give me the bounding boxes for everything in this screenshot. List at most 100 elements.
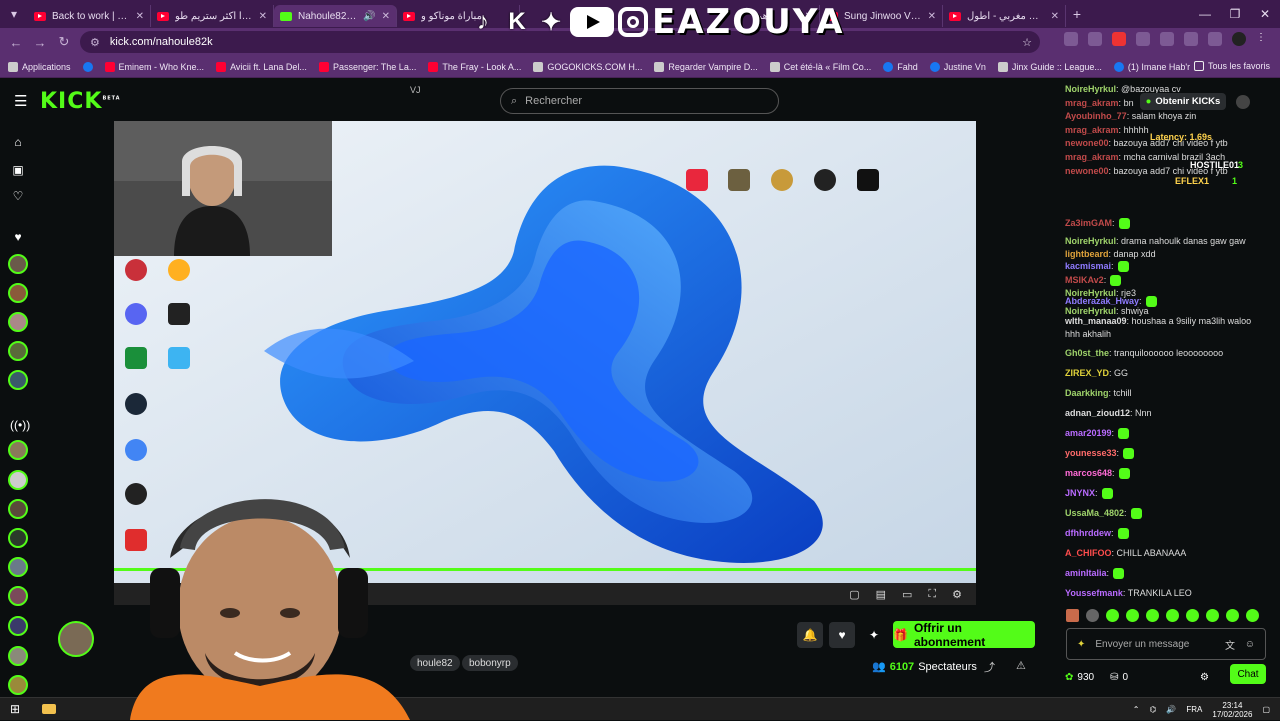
bookmark-item[interactable]: Regarder Vampire D... bbox=[654, 61, 758, 72]
settings-gear-icon[interactable]: ⚙ bbox=[952, 588, 962, 601]
browse-icon[interactable]: ▣ bbox=[10, 163, 26, 179]
chat-username[interactable]: adnan_zioud12 bbox=[1065, 408, 1130, 418]
chat-username[interactable]: ZIREX_YD bbox=[1065, 368, 1109, 378]
search-input[interactable]: ⌕ Rechercher bbox=[500, 88, 779, 114]
stream-tag[interactable]: bobonyrp bbox=[462, 655, 518, 671]
chat-username[interactable]: UssaMa_4802 bbox=[1065, 508, 1124, 518]
browser-tab[interactable]: عملاق مغربي - أطول ✕ bbox=[943, 5, 1066, 27]
followed-channel-avatar[interactable] bbox=[8, 254, 28, 274]
followed-channel-avatar[interactable] bbox=[8, 283, 28, 303]
chat-username[interactable]: Gh0st_the bbox=[1065, 348, 1109, 358]
windows-start-icon[interactable]: ⊞ bbox=[0, 702, 30, 716]
site-info-icon[interactable]: ⚙ bbox=[90, 36, 100, 49]
bookmark-item[interactable] bbox=[82, 61, 93, 72]
browser-tab[interactable]: هاذا أكثر ستريم طو ✕ bbox=[151, 5, 274, 27]
recommended-channel-avatar[interactable] bbox=[8, 440, 28, 460]
file-explorer-icon[interactable] bbox=[42, 704, 56, 714]
followed-channel-avatar[interactable] bbox=[8, 341, 28, 361]
close-icon[interactable]: ✕ bbox=[259, 11, 267, 22]
theater-icon[interactable]: ▤ bbox=[876, 588, 886, 601]
chat-username[interactable]: Abderazak_Hway bbox=[1065, 296, 1139, 306]
chat-username[interactable]: Za3imGAM bbox=[1065, 218, 1112, 228]
chat-username[interactable]: A_CHIFOO bbox=[1065, 548, 1112, 558]
browser-tab[interactable]: Back to work | Trainin ✕ bbox=[28, 5, 151, 27]
chat-username[interactable]: Ayoubinho_77 bbox=[1065, 111, 1127, 121]
bookmark-star-icon[interactable]: ☆ bbox=[1022, 36, 1032, 49]
fullscreen-icon[interactable]: ⛶ bbox=[928, 588, 936, 601]
minimize-button[interactable]: — bbox=[1190, 0, 1220, 28]
new-tab-button[interactable]: + bbox=[1066, 6, 1088, 22]
chat-username[interactable]: younesse33 bbox=[1065, 448, 1117, 458]
bookmark-item[interactable]: Passenger: The La... bbox=[318, 61, 416, 72]
bookmark-applications[interactable]: Applications bbox=[8, 61, 71, 72]
chat-username[interactable]: newone00 bbox=[1065, 138, 1109, 148]
profile-avatar[interactable] bbox=[1232, 32, 1246, 46]
chat-username[interactable]: NoireHyrkul bbox=[1065, 84, 1116, 94]
clock[interactable]: 23:14 17/02/2026 bbox=[1212, 701, 1252, 719]
clip-icon[interactable]: ▢ bbox=[849, 588, 859, 601]
bookmark-item[interactable]: (1) Imane Hab'r bbox=[1113, 61, 1190, 72]
gift-subscription-button[interactable]: 🎁 Offrir un abonnement bbox=[893, 621, 1035, 649]
kicks-spark-icon[interactable]: ✦ bbox=[861, 622, 887, 648]
extension-icon[interactable] bbox=[1184, 32, 1198, 46]
chat-username[interactable]: lightbeard bbox=[1065, 249, 1109, 259]
obtain-kicks-button[interactable]: ● Obtenir KICKs bbox=[1140, 93, 1226, 110]
emote-icon[interactable] bbox=[1086, 609, 1099, 622]
extension-icon[interactable] bbox=[1088, 32, 1102, 46]
chat-username[interactable]: aminItalia bbox=[1065, 568, 1107, 578]
emote-icon[interactable] bbox=[1106, 609, 1119, 622]
volume-icon[interactable]: 🔊 bbox=[1166, 705, 1176, 714]
recommended-channel-avatar[interactable] bbox=[8, 646, 28, 666]
back-icon[interactable]: ← bbox=[4, 35, 28, 50]
recommended-channel-avatar[interactable] bbox=[8, 499, 28, 519]
miniplayer-icon[interactable]: ▭ bbox=[902, 588, 912, 601]
chat-username[interactable]: amar20199 bbox=[1065, 428, 1112, 438]
chat-username[interactable]: dfhhrddew bbox=[1065, 528, 1111, 538]
extension-icon[interactable] bbox=[1112, 32, 1126, 46]
chat-username[interactable]: NoireHyrkul bbox=[1065, 306, 1116, 316]
close-icon[interactable]: ✕ bbox=[382, 11, 390, 22]
chat-settings-icon[interactable]: ⚙ bbox=[1200, 672, 1209, 683]
chat-username[interactable]: Daarkking bbox=[1065, 388, 1109, 398]
hamburger-menu-icon[interactable]: ☰ bbox=[14, 92, 27, 110]
menu-dots-icon[interactable]: ⋮ bbox=[1256, 32, 1270, 46]
emote-icon[interactable] bbox=[1186, 609, 1199, 622]
channel-avatar[interactable] bbox=[58, 621, 94, 657]
inventory-icon[interactable]: ⛁ bbox=[1110, 672, 1118, 683]
live-icon[interactable]: ((•)) bbox=[10, 418, 30, 434]
mute-icon[interactable]: 🔊 bbox=[363, 11, 375, 22]
chat-username[interactable]: mrag_akram bbox=[1065, 98, 1119, 108]
extension-icon[interactable] bbox=[1136, 32, 1150, 46]
browser-tab-active[interactable]: Nahoule82k Strea 🔊 ✕ bbox=[274, 5, 397, 27]
emote-icon[interactable] bbox=[1206, 609, 1219, 622]
recommended-channel-avatar[interactable] bbox=[8, 586, 28, 606]
notifications-icon[interactable]: ▢ bbox=[1262, 705, 1270, 714]
bookmark-item[interactable]: Jinx Guide :: League... bbox=[997, 61, 1102, 72]
recommended-channel-avatar[interactable] bbox=[8, 616, 28, 636]
share-icon[interactable]: ⤴ bbox=[984, 659, 995, 675]
emote-icon[interactable] bbox=[1146, 609, 1159, 622]
follow-heart-icon[interactable]: ♥ bbox=[829, 622, 855, 648]
home-icon[interactable]: ⌂ bbox=[10, 135, 26, 151]
recommended-channel-avatar[interactable] bbox=[8, 528, 28, 548]
close-icon[interactable]: ✕ bbox=[1051, 11, 1059, 22]
network-icon[interactable]: ⌬ bbox=[1149, 705, 1156, 714]
forward-icon[interactable]: → bbox=[28, 35, 52, 50]
window-close-button[interactable]: ✕ bbox=[1250, 0, 1280, 28]
chat-username[interactable]: marcos648 bbox=[1065, 468, 1112, 478]
bookmark-item[interactable]: Justine Vn bbox=[929, 61, 986, 72]
chat-username[interactable]: mrag_akram bbox=[1065, 152, 1119, 162]
bookmark-item[interactable]: Avicii ft. Lana Del... bbox=[216, 61, 307, 72]
chat-username[interactable]: kacmismai bbox=[1065, 261, 1111, 271]
recommended-channel-avatar[interactable] bbox=[8, 470, 28, 490]
close-icon[interactable]: ✕ bbox=[928, 11, 936, 22]
extension-icon[interactable] bbox=[1064, 32, 1078, 46]
followed-channel-avatar[interactable] bbox=[8, 312, 28, 332]
bookmark-item[interactable]: The Fray - Look A... bbox=[428, 61, 521, 72]
tray-chevron-icon[interactable]: ⌃ bbox=[1133, 705, 1140, 714]
report-icon[interactable]: ⚠ bbox=[1016, 659, 1026, 672]
translate-icon[interactable]: 文 bbox=[1225, 637, 1235, 652]
bookmark-item[interactable]: Fahd bbox=[883, 61, 918, 72]
recommended-channel-avatar[interactable] bbox=[8, 557, 28, 577]
tab-menu-icon[interactable]: ▾ bbox=[0, 0, 28, 28]
